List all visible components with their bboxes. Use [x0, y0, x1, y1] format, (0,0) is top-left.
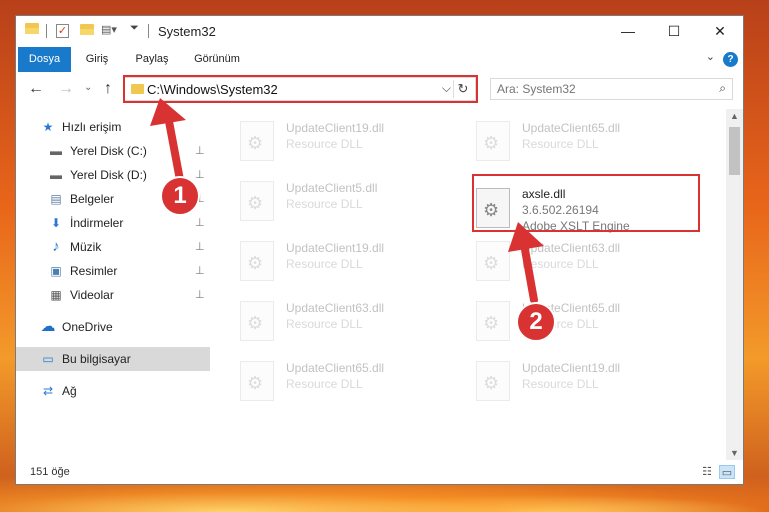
arrow-1-shaft	[164, 112, 184, 184]
annotation-badge-2: 2	[516, 302, 556, 342]
annotation-badge-1: 1	[160, 176, 200, 216]
annotation-arrows	[150, 98, 544, 304]
arrow-2-shaft	[520, 240, 538, 304]
arrow-2-head	[508, 222, 544, 252]
arrow-1-head	[150, 98, 186, 126]
